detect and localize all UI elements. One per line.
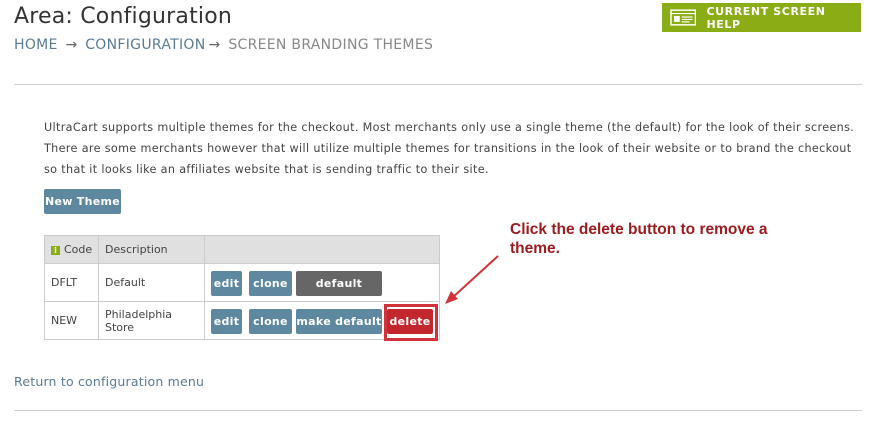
table-row: NEW Philadelphia Store edit clone make d… xyxy=(44,301,440,340)
header-divider xyxy=(14,84,862,85)
annotation-arrow-icon xyxy=(445,255,499,304)
return-to-configuration-link[interactable]: Return to configuration menu xyxy=(14,374,204,389)
breadcrumb-separator: → xyxy=(208,37,221,53)
cell-actions: edit clone default xyxy=(204,263,440,302)
cell-description: Philadelphia Store xyxy=(98,301,205,340)
breadcrumb-separator: → xyxy=(65,37,78,53)
cell-code: DFLT xyxy=(44,263,99,302)
edit-button[interactable]: edit xyxy=(211,271,242,296)
annotation-callout: Click the delete button to remove a them… xyxy=(510,221,768,257)
table-row: DFLT Default edit clone default xyxy=(44,263,440,302)
column-header-actions xyxy=(204,235,440,264)
page-title: Area: Configuration xyxy=(14,4,233,29)
default-button[interactable]: default xyxy=(296,271,382,296)
help-button-label: CURRENT SCREEN HELP xyxy=(706,4,826,31)
column-header-code[interactable]: i Code xyxy=(44,235,99,264)
info-icon: i xyxy=(51,245,60,255)
intro-text: UltraCart supports multiple themes for t… xyxy=(44,121,855,176)
make-default-button[interactable]: make default xyxy=(296,309,382,334)
breadcrumb-home-link[interactable]: HOME xyxy=(14,37,58,53)
table-header-row: i Code Description xyxy=(44,235,440,264)
cell-description: Default xyxy=(98,263,205,302)
current-screen-help-button[interactable]: CURRENT SCREEN HELP xyxy=(662,3,861,32)
breadcrumb: HOME → CONFIGURATION → SCREEN BRANDING TH… xyxy=(14,37,433,53)
clone-button[interactable]: clone xyxy=(249,309,292,334)
breadcrumb-configuration-link[interactable]: CONFIGURATION xyxy=(85,37,205,53)
edit-button[interactable]: edit xyxy=(211,309,242,334)
breadcrumb-current: SCREEN BRANDING THEMES xyxy=(228,37,434,53)
screen-help-icon xyxy=(670,9,697,26)
new-theme-button[interactable]: New Theme xyxy=(44,189,121,214)
delete-highlight-box xyxy=(384,304,438,341)
cell-code: NEW xyxy=(44,301,99,340)
clone-button[interactable]: clone xyxy=(249,271,292,296)
themes-table: i Code Description DFLT Default edit clon… xyxy=(44,235,440,340)
footer-divider xyxy=(14,410,862,411)
column-header-description[interactable]: Description xyxy=(98,235,205,264)
column-header-code-label: Code xyxy=(64,243,93,256)
